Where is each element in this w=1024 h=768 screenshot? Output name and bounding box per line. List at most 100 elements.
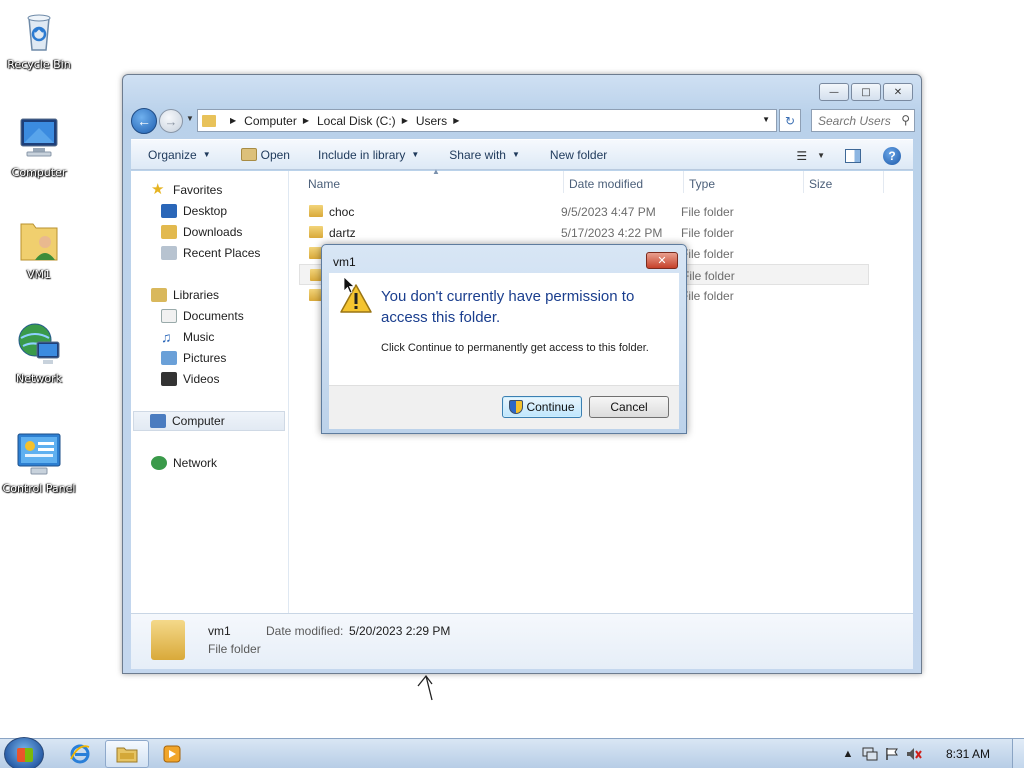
desktop-icon-vm1[interactable]: VM1 [0, 216, 78, 281]
change-view-button[interactable]: ☰ ▼ [796, 149, 825, 163]
music-icon: ♫ [161, 329, 172, 345]
cancel-button[interactable]: Cancel [589, 396, 669, 418]
navigation-pane: ★ Favorites Desktop Downloads Recent Plac… [131, 171, 289, 613]
breadcrumb-item-local-disk[interactable]: Local Disk (C:) [317, 114, 396, 128]
dialog-body: You don't currently have permission to a… [329, 273, 679, 385]
details-date-label: Date modified: [266, 624, 344, 638]
organize-button[interactable]: Organize ▼ [148, 148, 211, 162]
continue-button[interactable]: Continue [502, 396, 582, 418]
share-with-button[interactable]: Share with ▼ [449, 148, 520, 162]
nav-item-music[interactable]: ♫ Music [161, 330, 214, 344]
internet-explorer-icon [70, 744, 90, 764]
nav-item-pictures[interactable]: Pictures [161, 351, 226, 365]
window-controls: — □ ✕ [819, 83, 913, 101]
arrow-left-icon: ← [137, 113, 151, 129]
breadcrumb-item-computer[interactable]: Computer [244, 114, 297, 128]
nav-item-computer[interactable]: Computer [133, 411, 285, 431]
dialog-main-instruction: You don't currently have permission to a… [381, 288, 635, 326]
file-name: dartz [329, 226, 356, 240]
column-header-name[interactable]: Name [308, 177, 340, 191]
desktop-icon [161, 204, 177, 218]
nav-item-label: Downloads [183, 225, 243, 239]
dialog-close-button[interactable]: ✕ [646, 252, 678, 269]
sort-ascending-icon: ▲ [432, 167, 440, 176]
help-icon[interactable]: ? [883, 146, 901, 165]
search-box[interactable]: ⚲ [811, 109, 915, 132]
file-type: File folder [681, 289, 734, 303]
new-folder-label: New folder [549, 147, 608, 162]
nav-item-videos[interactable]: Videos [161, 372, 219, 386]
file-type: File folder [682, 269, 735, 283]
user-folder-icon [15, 216, 63, 264]
desktop-icon-computer[interactable]: Computer [0, 114, 78, 179]
taskbar-app-windows-explorer[interactable] [105, 740, 149, 768]
start-button[interactable] [4, 737, 44, 768]
chevron-right-icon[interactable]: ▶ [303, 116, 309, 125]
file-row[interactable]: dartz 5/17/2023 4:22 PM File folder [299, 222, 869, 243]
forward-button[interactable]: → [159, 109, 183, 133]
nav-item-desktop[interactable]: Desktop [161, 204, 227, 218]
folder-icon [309, 205, 323, 217]
column-header-type[interactable]: Type [689, 177, 715, 191]
volume-muted-icon[interactable] [906, 747, 922, 761]
column-divider[interactable] [803, 171, 804, 193]
address-bar[interactable]: ▶ Computer ▶ Local Disk (C:) ▶ Users ▶ ▼ [197, 109, 777, 132]
videos-icon [161, 372, 177, 386]
show-desktop-button[interactable] [1012, 739, 1024, 768]
search-icon[interactable]: ⚲ [901, 113, 910, 127]
column-divider[interactable] [883, 171, 884, 193]
chevron-down-icon: ▼ [411, 150, 420, 159]
desktop-icon-label: Network [16, 372, 62, 385]
close-button[interactable]: ✕ [883, 83, 913, 101]
refresh-button[interactable]: ↻ [779, 109, 801, 132]
nav-item-libraries[interactable]: Libraries [151, 288, 219, 302]
chevron-right-icon[interactable]: ▶ [453, 116, 459, 125]
nav-item-documents[interactable]: Documents [161, 309, 244, 323]
preview-pane-button[interactable] [845, 148, 861, 163]
file-type: File folder [681, 205, 734, 219]
back-button[interactable]: ← [131, 108, 157, 134]
nav-item-recent-places[interactable]: Recent Places [161, 246, 260, 260]
new-folder-button[interactable]: New folder [550, 148, 607, 162]
taskbar-app-media-player[interactable] [150, 740, 194, 768]
recent-places-icon [161, 246, 177, 260]
chevron-right-icon[interactable]: ▶ [230, 116, 236, 125]
show-hidden-icons-button[interactable]: ▲ [840, 747, 856, 761]
stray-mark-icon [414, 672, 438, 705]
include-label: Include in library [317, 147, 406, 162]
action-center-flag-icon[interactable] [884, 747, 900, 761]
file-row[interactable]: choc 9/5/2023 4:47 PM File folder [299, 201, 869, 222]
dialog-content-text: Click Continue to permanently get access… [381, 342, 649, 354]
folder-icon [151, 620, 185, 660]
nav-item-label: Music [183, 330, 215, 344]
file-type: File folder [681, 226, 734, 240]
column-divider[interactable] [683, 171, 684, 193]
dialog-title: vm1 [333, 255, 356, 269]
column-header-size[interactable]: Size [809, 177, 832, 191]
breadcrumb-item-users[interactable]: Users [416, 114, 447, 128]
open-button[interactable]: Open [240, 148, 290, 162]
taskbar-app-internet-explorer[interactable] [58, 740, 102, 768]
chevron-right-icon[interactable]: ▶ [402, 116, 408, 125]
maximize-button[interactable]: □ [851, 83, 881, 101]
documents-icon [161, 309, 177, 323]
nav-item-label: Libraries [173, 288, 220, 302]
address-dropdown-icon[interactable]: ▼ [762, 115, 770, 124]
taskbar: ▲ 8:31 AM [0, 737, 1024, 768]
taskbar-clock[interactable]: 8:31 AM [946, 747, 990, 761]
desktop-icon-label: Computer [11, 166, 67, 179]
column-header-date[interactable]: Date modified [569, 177, 643, 191]
desktop-icon-recycle-bin[interactable]: Recycle Bin [0, 6, 78, 71]
network-status-icon[interactable] [862, 747, 878, 761]
search-input[interactable] [818, 113, 896, 128]
desktop-icon-control-panel[interactable]: Control Panel [0, 430, 78, 495]
column-divider[interactable] [563, 171, 564, 193]
minimize-button[interactable]: — [819, 83, 849, 101]
share-label: Share with [449, 147, 506, 162]
nav-item-favorites[interactable]: ★ Favorites [151, 182, 222, 197]
recent-pages-dropdown[interactable]: ▼ [186, 114, 194, 123]
nav-item-downloads[interactable]: Downloads [161, 225, 242, 239]
desktop-icon-network[interactable]: Network [0, 320, 78, 385]
include-in-library-button[interactable]: Include in library ▼ [318, 148, 419, 162]
nav-item-network[interactable]: Network [151, 456, 217, 470]
